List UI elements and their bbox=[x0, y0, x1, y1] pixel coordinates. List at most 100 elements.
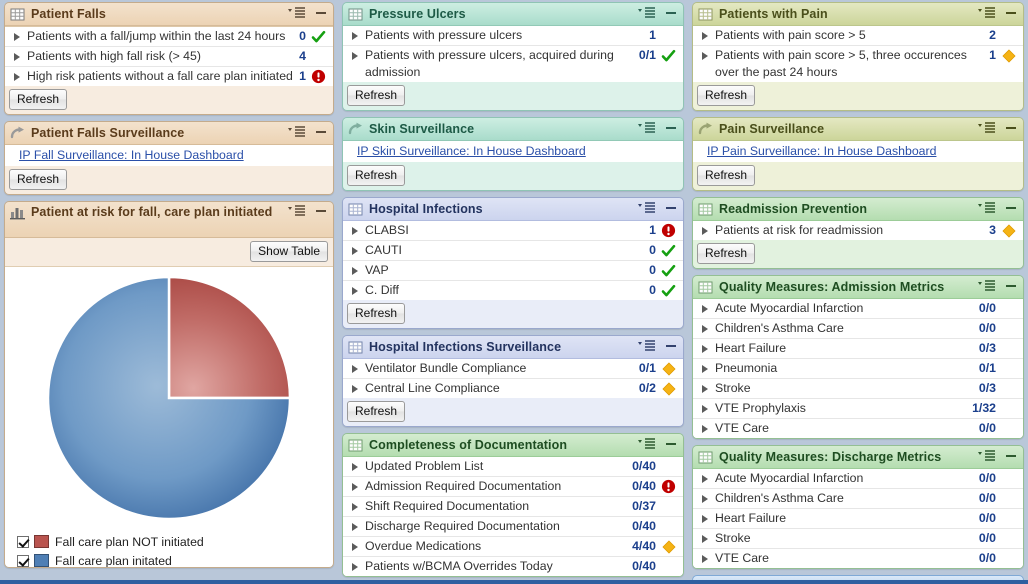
panel-header[interactable]: Patient Falls bbox=[5, 3, 333, 26]
dropdown-menu-icon[interactable] bbox=[978, 122, 996, 136]
panel-header[interactable]: Pain Surveillance bbox=[693, 118, 1023, 141]
expand-caret-icon[interactable] bbox=[349, 459, 361, 475]
panel-header[interactable]: Hospital Infections Surveillance bbox=[343, 336, 683, 359]
expand-caret-icon[interactable] bbox=[699, 28, 711, 44]
expand-caret-icon[interactable] bbox=[699, 321, 711, 337]
table-row[interactable]: Admission Required Documentation 0/40 bbox=[343, 477, 683, 497]
expand-caret-icon[interactable] bbox=[349, 559, 361, 575]
legend-checkbox[interactable] bbox=[17, 535, 29, 548]
table-row[interactable]: Children's Asthma Care 0/0 bbox=[693, 489, 1023, 509]
minimize-icon[interactable] bbox=[665, 340, 677, 354]
pie-slice[interactable] bbox=[167, 275, 292, 400]
table-row[interactable]: Heart Failure 0/0 bbox=[693, 509, 1023, 529]
panel-header[interactable]: Completeness of Documentation bbox=[343, 434, 683, 457]
table-row[interactable]: High risk patients without a fall care p… bbox=[5, 67, 333, 86]
expand-caret-icon[interactable] bbox=[349, 28, 361, 44]
table-row[interactable]: Patients at risk for readmission 3 bbox=[693, 221, 1023, 240]
refresh-button[interactable]: Refresh bbox=[9, 89, 68, 110]
expand-caret-icon[interactable] bbox=[699, 471, 711, 487]
expand-caret-icon[interactable] bbox=[699, 511, 711, 527]
table-row[interactable]: Stroke 0/3 bbox=[693, 379, 1023, 399]
expand-caret-icon[interactable] bbox=[699, 381, 711, 397]
table-row[interactable]: Updated Problem List 0/40 bbox=[343, 457, 683, 477]
table-row[interactable]: Children's Asthma Care 0/0 bbox=[693, 319, 1023, 339]
expand-caret-icon[interactable] bbox=[699, 401, 711, 417]
panel-header[interactable]: Skin Surveillance bbox=[343, 118, 683, 141]
expand-caret-icon[interactable] bbox=[349, 361, 361, 377]
minimize-icon[interactable] bbox=[665, 7, 677, 21]
table-row[interactable]: CAUTI 0 bbox=[343, 241, 683, 261]
minimize-icon[interactable] bbox=[1005, 280, 1017, 294]
expand-caret-icon[interactable] bbox=[349, 539, 361, 555]
dashboard-link[interactable]: IP Fall Surveillance: In House Dashboard bbox=[19, 148, 244, 162]
dropdown-menu-icon[interactable] bbox=[978, 202, 996, 216]
minimize-icon[interactable] bbox=[315, 205, 327, 219]
expand-caret-icon[interactable] bbox=[349, 381, 361, 397]
table-row[interactable]: Patients with high fall risk (> 45) 4 bbox=[5, 47, 333, 67]
minimize-icon[interactable] bbox=[665, 122, 677, 136]
dropdown-menu-icon[interactable] bbox=[638, 7, 656, 21]
refresh-button[interactable]: Refresh bbox=[347, 165, 406, 186]
minimize-icon[interactable] bbox=[315, 126, 327, 140]
dashboard-link[interactable]: IP Skin Surveillance: In House Dashboard bbox=[357, 144, 586, 158]
expand-caret-icon[interactable] bbox=[349, 479, 361, 495]
panel-header[interactable]: Patient Falls Surveillance bbox=[5, 122, 333, 145]
panel-header[interactable]: Quality Measures: Discharge Metrics bbox=[693, 446, 1023, 469]
refresh-button[interactable]: Refresh bbox=[347, 401, 406, 422]
expand-caret-icon[interactable] bbox=[349, 263, 361, 279]
panel-header[interactable]: Hospital Infections bbox=[343, 198, 683, 221]
table-row[interactable]: VAP 0 bbox=[343, 261, 683, 281]
expand-caret-icon[interactable] bbox=[699, 361, 711, 377]
dropdown-menu-icon[interactable] bbox=[638, 340, 656, 354]
dropdown-menu-icon[interactable] bbox=[288, 126, 306, 140]
expand-caret-icon[interactable] bbox=[699, 301, 711, 317]
table-row[interactable]: Pneumonia 0/1 bbox=[693, 359, 1023, 379]
dashboard-link[interactable]: IP Pain Surveillance: In House Dashboard bbox=[707, 144, 936, 158]
expand-caret-icon[interactable] bbox=[699, 491, 711, 507]
refresh-button[interactable]: Refresh bbox=[9, 169, 68, 190]
table-row[interactable]: Shift Required Documentation 0/37 bbox=[343, 497, 683, 517]
expand-caret-icon[interactable] bbox=[699, 551, 711, 567]
dropdown-menu-icon[interactable] bbox=[638, 122, 656, 136]
dropdown-menu-icon[interactable] bbox=[978, 280, 996, 294]
refresh-button[interactable]: Refresh bbox=[697, 165, 756, 186]
expand-caret-icon[interactable] bbox=[699, 48, 711, 64]
table-row[interactable]: Central Line Compliance 0/2 bbox=[343, 379, 683, 398]
table-row[interactable]: Heart Failure 0/3 bbox=[693, 339, 1023, 359]
expand-caret-icon[interactable] bbox=[349, 519, 361, 535]
dropdown-menu-icon[interactable] bbox=[978, 450, 996, 464]
refresh-button[interactable]: Refresh bbox=[347, 85, 406, 106]
table-row[interactable]: Patients with pain score > 5, three occu… bbox=[693, 46, 1023, 82]
dropdown-menu-icon[interactable] bbox=[978, 7, 996, 21]
panel-header[interactable]: Pressure Ulcers bbox=[343, 3, 683, 26]
table-row[interactable]: VTE Prophylaxis 1/32 bbox=[693, 399, 1023, 419]
table-row[interactable]: CLABSI 1 bbox=[343, 221, 683, 241]
table-row[interactable]: Patients with pain score > 5 2 bbox=[693, 26, 1023, 46]
legend-item[interactable]: Fall care plan initated bbox=[17, 551, 333, 567]
expand-caret-icon[interactable] bbox=[11, 29, 23, 45]
expand-caret-icon[interactable] bbox=[349, 223, 361, 239]
expand-caret-icon[interactable] bbox=[11, 49, 23, 65]
minimize-icon[interactable] bbox=[1005, 202, 1017, 216]
expand-caret-icon[interactable] bbox=[349, 283, 361, 299]
dropdown-menu-icon[interactable] bbox=[638, 202, 656, 216]
minimize-icon[interactable] bbox=[315, 7, 327, 21]
table-row[interactable]: Overdue Medications 4/40 bbox=[343, 537, 683, 557]
expand-caret-icon[interactable] bbox=[349, 499, 361, 515]
expand-caret-icon[interactable] bbox=[699, 341, 711, 357]
table-row[interactable]: VTE Care 0/0 bbox=[693, 549, 1023, 568]
minimize-icon[interactable] bbox=[665, 438, 677, 452]
table-row[interactable]: C. Diff 0 bbox=[343, 281, 683, 300]
dropdown-menu-icon[interactable] bbox=[288, 205, 306, 219]
table-row[interactable]: Patients with a fall/jump within the las… bbox=[5, 27, 333, 47]
table-row[interactable]: Discharge Required Documentation 0/40 bbox=[343, 517, 683, 537]
dropdown-menu-icon[interactable] bbox=[638, 438, 656, 452]
minimize-icon[interactable] bbox=[1005, 122, 1017, 136]
refresh-button[interactable]: Refresh bbox=[347, 303, 406, 324]
expand-caret-icon[interactable] bbox=[349, 243, 361, 259]
panel-header[interactable]: Readmission Prevention bbox=[693, 198, 1023, 221]
legend-checkbox[interactable] bbox=[17, 554, 29, 567]
table-row[interactable]: Patients w/BCMA Overrides Today 0/40 bbox=[343, 557, 683, 576]
expand-caret-icon[interactable] bbox=[11, 69, 23, 85]
expand-caret-icon[interactable] bbox=[699, 223, 711, 239]
